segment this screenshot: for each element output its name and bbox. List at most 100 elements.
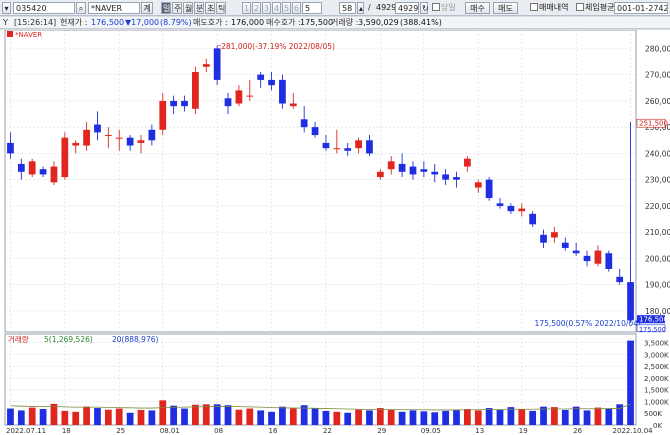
code-input[interactable]: 035420: [13, 2, 75, 14]
period-day-button[interactable]: 일: [161, 2, 171, 14]
volume-bar: [202, 404, 210, 425]
date-tick-label: 29: [377, 427, 386, 435]
interval-button-5[interactable]: 5: [282, 2, 291, 14]
interval-select[interactable]: 5: [302, 2, 322, 14]
volume-bar: [181, 408, 188, 425]
today-checkbox[interactable]: 당일: [432, 2, 456, 14]
total-count-text: 4929: [376, 3, 397, 12]
price-tag-top-text: 251,500: [639, 120, 668, 128]
bid-price-label: 매수호가 :: [266, 18, 301, 27]
price-tick-label: 260,000: [645, 97, 670, 106]
volume-bar: [170, 405, 178, 425]
volume-bar: [333, 411, 341, 425]
count-input[interactable]: 58: [339, 2, 356, 14]
volume-bar: [279, 406, 286, 425]
candle-body: [583, 255, 591, 262]
interval-button-1[interactable]: 1: [242, 2, 251, 14]
count-stepper[interactable]: ▴: [357, 2, 364, 14]
candle-body: [561, 242, 569, 248]
trade-history-label: 매매내역: [539, 3, 569, 12]
volume-bar: [529, 410, 537, 425]
period-month-button[interactable]: 월: [183, 2, 193, 14]
volume-bar: [83, 406, 90, 425]
date-tick-label: 08: [214, 427, 223, 435]
interval-button-4[interactable]: 4: [272, 2, 281, 14]
date-tick-label: 19: [519, 427, 528, 435]
volume-bar: [311, 408, 319, 425]
price-tag-low: 175,500: [636, 324, 666, 333]
candle-body: [115, 137, 123, 139]
period-tick-button[interactable]: 틱: [216, 2, 226, 14]
current-price-value: 176,500: [91, 18, 125, 27]
candle-body: [246, 95, 254, 97]
interval-button-2[interactable]: 2: [252, 2, 261, 14]
volume-bar: [7, 408, 14, 425]
avg-price-checkbox[interactable]: 체입평균: [576, 2, 614, 14]
volume-bar: [235, 409, 243, 425]
candle-body: [333, 148, 341, 150]
interval-button-3[interactable]: 3: [262, 2, 271, 14]
trade-history-checkbox[interactable]: 매매내역: [530, 2, 568, 14]
interval-button-6[interactable]: 6: [292, 2, 301, 14]
candle-body: [322, 142, 330, 149]
volume-bar: [268, 411, 275, 425]
candle-body: [387, 161, 395, 170]
candle-body: [39, 169, 47, 175]
total-count-field[interactable]: 4929: [395, 2, 419, 14]
volume-bar: [344, 412, 352, 425]
price-tick-label: 230,000: [645, 176, 670, 185]
candle-body: [453, 177, 460, 180]
price-tag-current: 176,500: [637, 315, 668, 324]
period-minute-button[interactable]: 분: [194, 2, 204, 14]
price-tick-label: 180,000: [645, 307, 670, 316]
candle-body: [420, 169, 428, 172]
candle-body: [72, 142, 80, 146]
candle-body: [616, 276, 624, 283]
group-button[interactable]: 계: [141, 2, 153, 14]
volume-bar: [224, 405, 232, 425]
account-field[interactable]: 001-01-274236: [614, 2, 668, 14]
info-bar: Y [15:26:14] 현재가 : 176,500 ▼17,000 (8.79…: [0, 17, 670, 29]
sell-button[interactable]: 매도: [493, 2, 518, 14]
candle-body: [551, 232, 558, 238]
refresh-icon[interactable]: ↻: [420, 2, 429, 14]
candle-body: [572, 250, 580, 254]
candle-body: [594, 250, 602, 264]
candle-body: [529, 213, 537, 225]
candle-body: [485, 179, 493, 199]
period-week-button[interactable]: 주: [172, 2, 182, 14]
candle-body: [192, 72, 199, 109]
candle-body: [50, 166, 58, 183]
volume-bar: [137, 409, 145, 425]
candle-body: [268, 79, 275, 86]
candle-body: [148, 129, 156, 141]
buy-button[interactable]: 매수: [465, 2, 490, 14]
candle-body: [289, 103, 297, 107]
volume-bar: [463, 409, 471, 425]
candle-body: [28, 161, 36, 175]
volume-bar: [474, 410, 482, 425]
price-change-pct: (8.79%): [160, 18, 192, 27]
stock-name-field[interactable]: *NAVER: [88, 2, 140, 14]
date-tick-label: 13: [475, 427, 484, 435]
volume-bar: [518, 409, 526, 425]
volume-bar: [289, 408, 297, 425]
volume-bar: [627, 340, 634, 425]
candle-body: [366, 140, 373, 154]
candle-body: [202, 64, 210, 67]
candle-body: [442, 174, 449, 180]
volume-bar: [366, 410, 373, 425]
volume-bar: [496, 409, 504, 425]
period-second-button[interactable]: 초: [205, 2, 215, 14]
ask-price-value: 176,000: [231, 18, 265, 27]
volume-bar: [126, 412, 134, 425]
menu-button[interactable]: ▾: [2, 2, 11, 14]
volume-bar: [61, 410, 69, 425]
search-icon[interactable]: ⌕: [76, 2, 86, 14]
candle-body: [507, 205, 515, 212]
volume-tick-label: 1,500K: [644, 387, 669, 395]
price-tick-label: 240,000: [645, 149, 670, 158]
stock-chart[interactable]: 180,000 190,000 200,000 210,000 220,000 230,0…: [0, 30, 670, 435]
volume-bar: [159, 400, 167, 425]
candle-body: [496, 203, 504, 206]
